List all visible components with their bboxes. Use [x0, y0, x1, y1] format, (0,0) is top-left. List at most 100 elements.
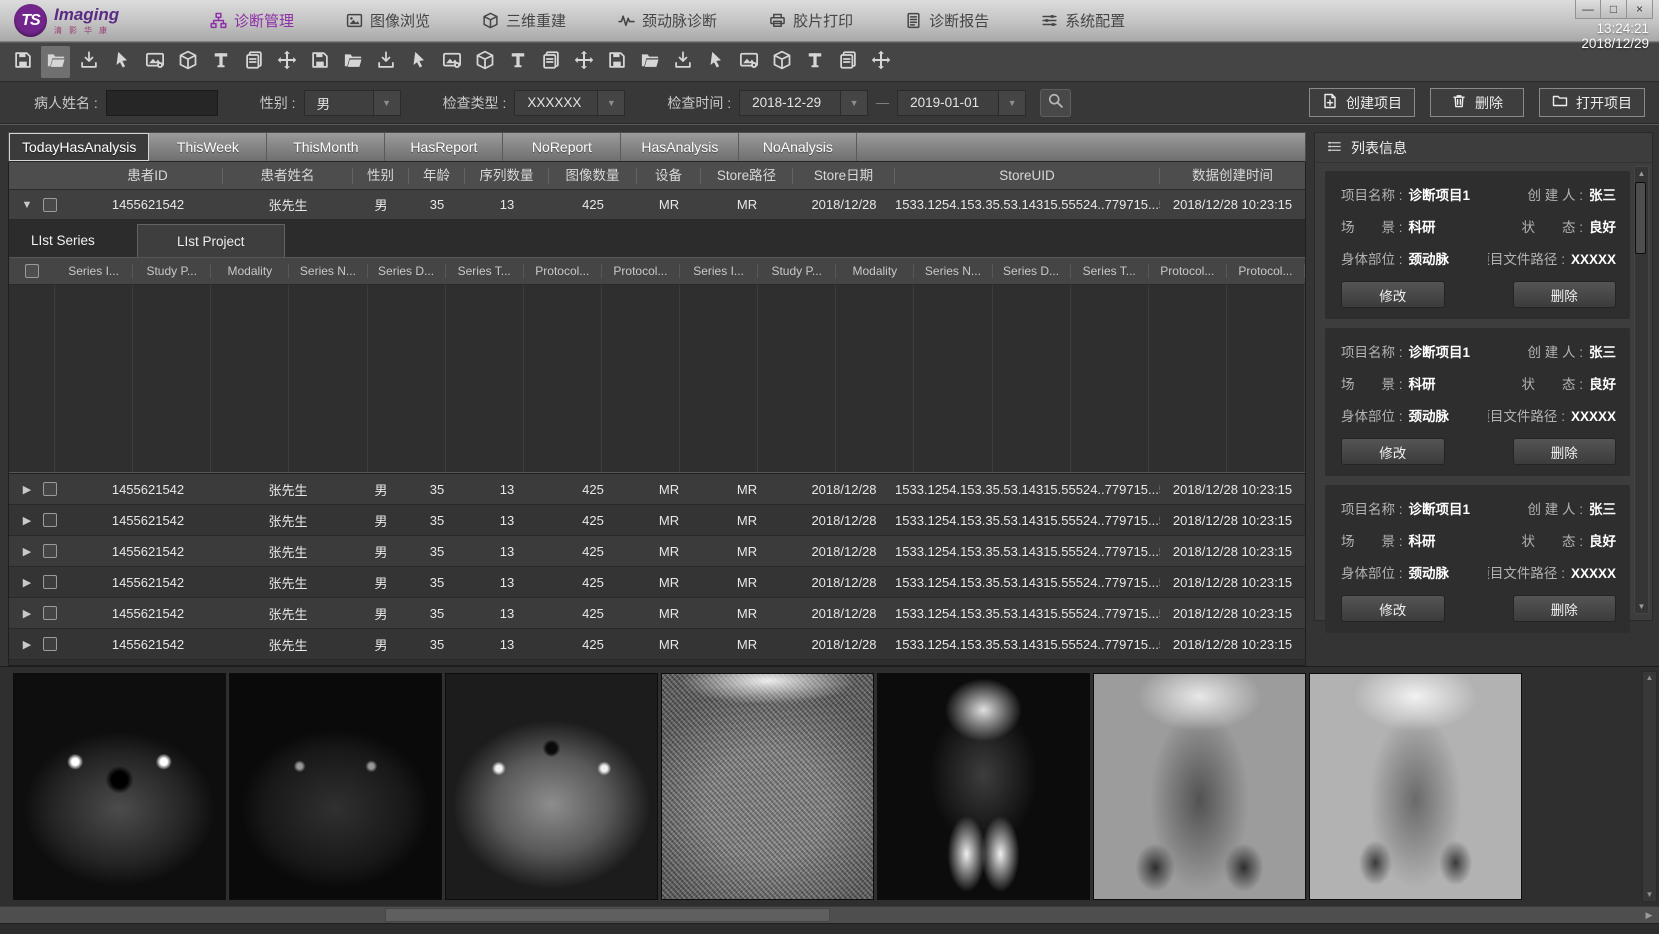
- open-project-button[interactable]: 打开项目: [1539, 88, 1645, 117]
- toolbar-save-button[interactable]: [602, 46, 631, 78]
- tab-no-report[interactable]: NoReport: [503, 133, 621, 161]
- column-header[interactable]: Store日期: [793, 168, 895, 184]
- toolbar-cursor-button[interactable]: [107, 46, 136, 78]
- mri-axial-slice-3[interactable]: [445, 673, 658, 900]
- row-checkbox[interactable]: [43, 513, 57, 527]
- toolbar-move-button[interactable]: [272, 46, 301, 78]
- chevron-down-icon[interactable]: ▼: [598, 90, 625, 116]
- toolbar-pages-button[interactable]: [536, 46, 565, 78]
- series-column-header[interactable]: Protocol...: [1149, 264, 1227, 278]
- tab-this-week[interactable]: ThisWeek: [149, 133, 267, 161]
- scroll-down-icon[interactable]: ▼: [1646, 889, 1654, 901]
- row-checkbox[interactable]: [43, 482, 57, 496]
- card-modify-button[interactable]: 修改: [1341, 438, 1445, 465]
- card-delete-button[interactable]: 删除: [1513, 438, 1617, 465]
- search-button[interactable]: [1040, 89, 1071, 117]
- series-column-header[interactable]: Protocol...: [1227, 264, 1305, 278]
- series-column-header[interactable]: Series T...: [446, 264, 524, 278]
- row-checkbox[interactable]: [43, 544, 57, 558]
- create-project-button[interactable]: 创建项目: [1309, 88, 1415, 117]
- series-column-header[interactable]: Series D...: [993, 264, 1071, 278]
- toolbar-pages-button[interactable]: [833, 46, 862, 78]
- toolbar-text-tool-button[interactable]: [503, 46, 532, 78]
- column-header[interactable]: 序列数量: [465, 168, 549, 184]
- toolbar-image-adjust-button[interactable]: [734, 46, 763, 78]
- thumbnail-vertical-scrollbar[interactable]: ▲ ▼: [1642, 671, 1657, 902]
- tab-has-analysis[interactable]: HasAnalysis: [621, 133, 739, 161]
- toolbar-pages-button[interactable]: [239, 46, 268, 78]
- series-column-header[interactable]: Modality: [836, 264, 914, 278]
- tab-has-report[interactable]: HasReport: [385, 133, 503, 161]
- mri-coronal-slice-5[interactable]: [877, 673, 1090, 900]
- toolbar-import-button[interactable]: [668, 46, 697, 78]
- series-column-header[interactable]: Series T...: [1071, 264, 1149, 278]
- mri-axial-slice-1[interactable]: [13, 673, 226, 900]
- chevron-down-icon[interactable]: ▼: [841, 90, 868, 116]
- patient-row[interactable]: ▶1455621542张先生男3513425MRMR2018/12/281533…: [9, 536, 1305, 567]
- info-scrollbar-thumb[interactable]: [1635, 182, 1646, 254]
- expand-row-icon[interactable]: ▶: [21, 607, 33, 620]
- menu-item-diagnosis-management[interactable]: 诊断管理: [210, 10, 294, 31]
- series-column-header[interactable]: Series N...: [914, 264, 992, 278]
- menu-item-system-config[interactable]: 系统配置: [1041, 10, 1125, 31]
- expand-row-icon[interactable]: ▶: [21, 545, 33, 558]
- expand-row-icon[interactable]: ▶: [21, 514, 33, 527]
- row-checkbox[interactable]: [43, 198, 57, 212]
- scroll-up-icon[interactable]: ▲: [1646, 672, 1654, 684]
- scroll-right-icon[interactable]: ▶: [1641, 907, 1657, 923]
- card-delete-button[interactable]: 删除: [1513, 595, 1617, 622]
- mri-coronal-slice-6[interactable]: [1093, 673, 1306, 900]
- toolbar-text-tool-button[interactable]: [800, 46, 829, 78]
- toolbar-text-tool-button[interactable]: [206, 46, 235, 78]
- subtab-list-project[interactable]: LIst Project: [137, 224, 285, 257]
- toolbar-folder-open-button[interactable]: [41, 46, 70, 78]
- toolbar-cursor-button[interactable]: [404, 46, 433, 78]
- series-column-header[interactable]: Protocol...: [524, 264, 602, 278]
- series-column-header[interactable]: Series I...: [680, 264, 758, 278]
- menu-item-diagnosis-report[interactable]: 诊断报告: [905, 10, 989, 31]
- tab-no-analysis[interactable]: NoAnalysis: [739, 133, 857, 161]
- mri-axial-slice-4[interactable]: [661, 673, 874, 900]
- column-header[interactable]: 年龄: [409, 168, 465, 184]
- mri-coronal-slice-7[interactable]: [1309, 673, 1522, 900]
- patient-row[interactable]: ▶1455621542张先生男3513425MRMR2018/12/281533…: [9, 505, 1305, 536]
- column-header[interactable]: 图像数量: [549, 168, 637, 184]
- column-header[interactable]: 设备: [637, 168, 701, 184]
- toolbar-image-adjust-button[interactable]: [140, 46, 169, 78]
- tab-this-month[interactable]: ThisMonth: [267, 133, 385, 161]
- series-column-header[interactable]: Series I...: [55, 264, 133, 278]
- mri-axial-slice-2[interactable]: [229, 673, 442, 900]
- menu-item-carotid-diagnosis[interactable]: 颈动脉诊断: [618, 10, 717, 31]
- info-panel-scrollbar[interactable]: ▲ ▼: [1634, 166, 1649, 614]
- row-checkbox[interactable]: [43, 637, 57, 651]
- tab-today-has-analysis[interactable]: TodayHasAnalysis: [9, 133, 149, 161]
- series-column-header[interactable]: Series D...: [368, 264, 446, 278]
- scroll-down-icon[interactable]: ▼: [1638, 600, 1646, 613]
- toolbar-cube-3d-button[interactable]: [470, 46, 499, 78]
- close-button[interactable]: ×: [1627, 0, 1653, 19]
- row-checkbox[interactable]: [43, 575, 57, 589]
- menu-item-film-print[interactable]: 胶片打印: [769, 10, 853, 31]
- series-column-header[interactable]: Modality: [211, 264, 289, 278]
- toolbar-image-adjust-button[interactable]: [437, 46, 466, 78]
- delete-button[interactable]: 删除: [1430, 88, 1524, 117]
- exam-time-to-select[interactable]: 2019-01-01 ▼: [897, 90, 1026, 116]
- column-header[interactable]: 性别: [353, 168, 409, 184]
- series-column-header[interactable]: Study P...: [758, 264, 836, 278]
- expand-row-icon[interactable]: ▶: [21, 638, 33, 651]
- toolbar-folder-open-button[interactable]: [635, 46, 664, 78]
- patient-row[interactable]: ▶1455621542张先生男3513425MRMR2018/12/281533…: [9, 474, 1305, 505]
- series-column-header[interactable]: Series N...: [289, 264, 367, 278]
- column-header[interactable]: Store路径: [701, 168, 793, 184]
- column-header[interactable]: 患者ID: [73, 168, 223, 184]
- subtab-list-series[interactable]: LIst Series: [31, 233, 95, 248]
- patient-row[interactable]: ▶1455621542张先生男3513425MRMR2018/12/281533…: [9, 598, 1305, 629]
- expand-row-icon[interactable]: ▶: [21, 576, 33, 589]
- row-checkbox[interactable]: [43, 606, 57, 620]
- toolbar-save-button[interactable]: [8, 46, 37, 78]
- chevron-down-icon[interactable]: ▼: [374, 90, 401, 116]
- toolbar-cube-3d-button[interactable]: [173, 46, 202, 78]
- toolbar-import-button[interactable]: [74, 46, 103, 78]
- toolbar-folder-open-button[interactable]: [338, 46, 367, 78]
- series-column-header[interactable]: Study P...: [133, 264, 211, 278]
